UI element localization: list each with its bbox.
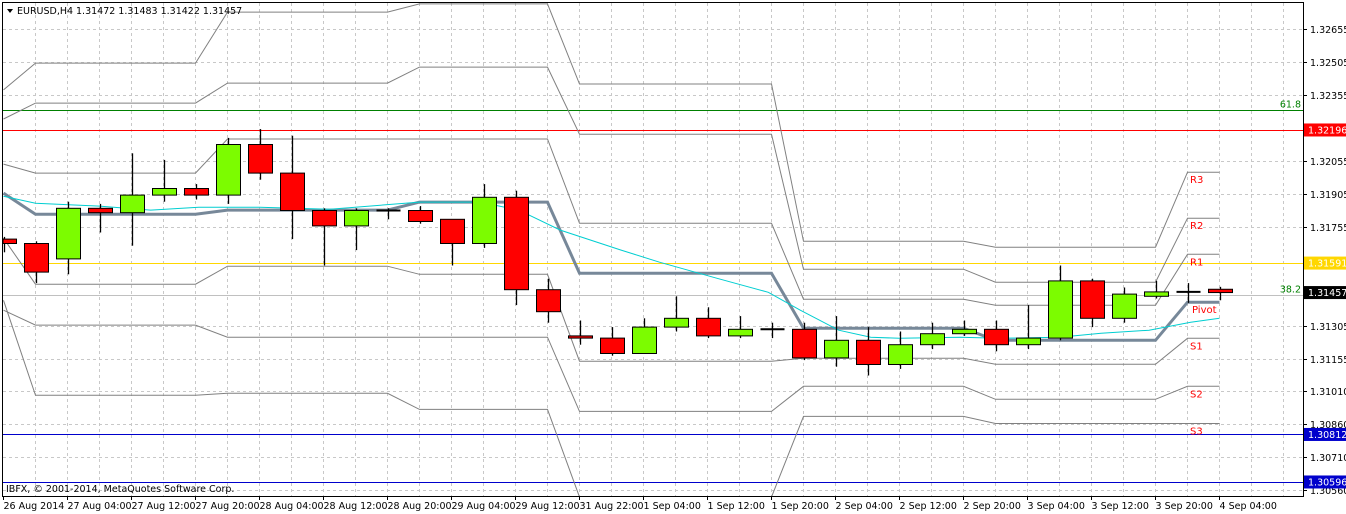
x-tick-label: 3 Sep 12:00 [1092, 501, 1149, 512]
candle-body-bullish [888, 344, 913, 366]
x-tick-label: 29 Aug 12:00 [516, 501, 580, 512]
candle-body-bullish [632, 326, 657, 355]
x-tick-label: 2 Sep 12:00 [900, 501, 957, 512]
ohlc-values: 1.31472 1.31483 1.31422 1.31457 [76, 6, 242, 17]
candle-body-bearish [792, 328, 817, 359]
candle-body-bullish [664, 317, 689, 328]
y-tick-label: 1.31010 [1310, 387, 1346, 398]
candle-body-bullish [1016, 337, 1041, 346]
candle-body-bullish [952, 328, 977, 335]
symbol-timeframe: EURUSD,H4 [17, 6, 73, 17]
candle-body-bullish [824, 339, 849, 359]
candle-body-bearish [408, 210, 433, 222]
candle-body-bearish [1080, 280, 1105, 319]
y-tick-label: 1.31905 [1310, 190, 1346, 201]
x-tick-label: 4 Sep 04:00 [1220, 501, 1277, 512]
candle[interactable] [216, 137, 241, 204]
x-tick-label: 1 Sep 12:00 [708, 501, 765, 512]
candle-body-bullish [152, 188, 177, 196]
y-tick-label: 1.31155 [1310, 355, 1346, 366]
y-tick-label: 1.32655 [1310, 25, 1346, 36]
candle-body-bearish [504, 196, 529, 291]
x-tick-label: 3 Sep 20:00 [1156, 501, 1213, 512]
x-tick-label: 27 Aug 12:00 [132, 501, 196, 512]
x-tick-label: 31 Aug 22:00 [580, 501, 644, 512]
support-line-1-axis-label: 1.30812 [1308, 430, 1346, 441]
candle-body-bearish [280, 172, 305, 212]
candle-body-bullish [344, 210, 369, 227]
candle-body-bearish [88, 207, 113, 214]
fib-61-8-label: 61.8 [1280, 100, 1301, 111]
candle-body-bullish [56, 207, 81, 260]
candle-body-bearish [600, 337, 625, 355]
pivot-label-r1: R1 [1190, 257, 1203, 268]
x-tick-label: 27 Aug 04:00 [68, 501, 132, 512]
x-tick-label: 28 Aug 20:00 [388, 501, 452, 512]
candle-body-bullish [1048, 280, 1073, 339]
candlestick-chart[interactable]: 61.8 38.2 R3 R2 R1 Pivot S1 S2 S3 1.32655 1.32505… [0, 0, 1346, 514]
y-tick-label: 1.31755 [1310, 223, 1346, 234]
candle-body-bearish [3, 238, 17, 245]
candle-body-bullish [728, 328, 753, 337]
support-line-2-axis-label: 1.30596 [1308, 477, 1346, 488]
candle-body-bullish [1112, 293, 1137, 319]
x-tick-label: 27 Aug 20:00 [196, 501, 260, 512]
pivot-label-r3: R3 [1190, 175, 1203, 186]
yellow-level-axis-label: 1.31591 [1308, 259, 1346, 270]
x-tick-label: 3 Sep 04:00 [1028, 501, 1085, 512]
candle-body-bullish [920, 333, 945, 346]
y-tick-label: 1.32055 [1310, 157, 1346, 168]
x-tick-label: 26 Aug 2014 [4, 501, 65, 512]
candle-body-bearish [184, 188, 209, 196]
candle-body-bearish [568, 335, 593, 339]
candle-body-bullish [1144, 291, 1169, 297]
pivot-label-pivot: Pivot [1192, 305, 1217, 316]
x-tick-label: 29 Aug 04:00 [452, 501, 516, 512]
x-tick-label: 1 Sep 04:00 [644, 501, 701, 512]
y-tick-label: 1.31305 [1310, 322, 1346, 333]
price-axis[interactable]: 1.32655 1.32505 1.32355 1.32055 1.31905 1.317… [1303, 25, 1346, 497]
candle-body-bearish [248, 144, 273, 174]
x-tick-label: 28 Aug 12:00 [324, 501, 388, 512]
pivot-label-s3: S3 [1190, 426, 1203, 437]
x-tick-label: 2 Sep 04:00 [836, 501, 893, 512]
y-tick-label: 1.30710 [1310, 453, 1346, 464]
chart-header: EURUSD,H4 1.31472 1.31483 1.31422 1.3145… [7, 6, 242, 17]
pivot-label-s2: S2 [1190, 389, 1203, 400]
x-tick-label: 28 Aug 04:00 [260, 501, 324, 512]
copyright: IBFX, © 2001-2014, MetaQuotes Software C… [6, 484, 234, 495]
candle-body-bearish [696, 317, 721, 337]
current-price-label: 1.31457 [1308, 288, 1346, 299]
fib-38-2-label: 38.2 [1280, 285, 1301, 296]
candle[interactable] [504, 190, 529, 306]
candle-body-bearish [440, 218, 465, 245]
y-tick-label: 1.32355 [1310, 91, 1346, 102]
x-tick-label: 2 Sep 20:00 [964, 501, 1021, 512]
candle-body-bearish [536, 289, 561, 313]
resistance-line-axis-label: 1.32196 [1308, 125, 1346, 136]
candle-body-bearish [856, 339, 881, 365]
candle-body-bullish [472, 196, 497, 245]
candle-body-bullish [216, 144, 241, 196]
chart-background [0, 0, 1346, 514]
candle-body-bearish [24, 243, 49, 273]
candle-body-bullish [120, 194, 145, 214]
x-tick-label: 1 Sep 20:00 [772, 501, 829, 512]
pivot-label-s1: S1 [1190, 341, 1203, 352]
candle-body-bearish [1208, 288, 1233, 294]
y-tick-label: 1.32505 [1310, 58, 1346, 69]
pivot-label-r2: R2 [1190, 221, 1203, 232]
candle-body-bearish [984, 328, 1009, 346]
candle-body-bearish [312, 210, 337, 227]
